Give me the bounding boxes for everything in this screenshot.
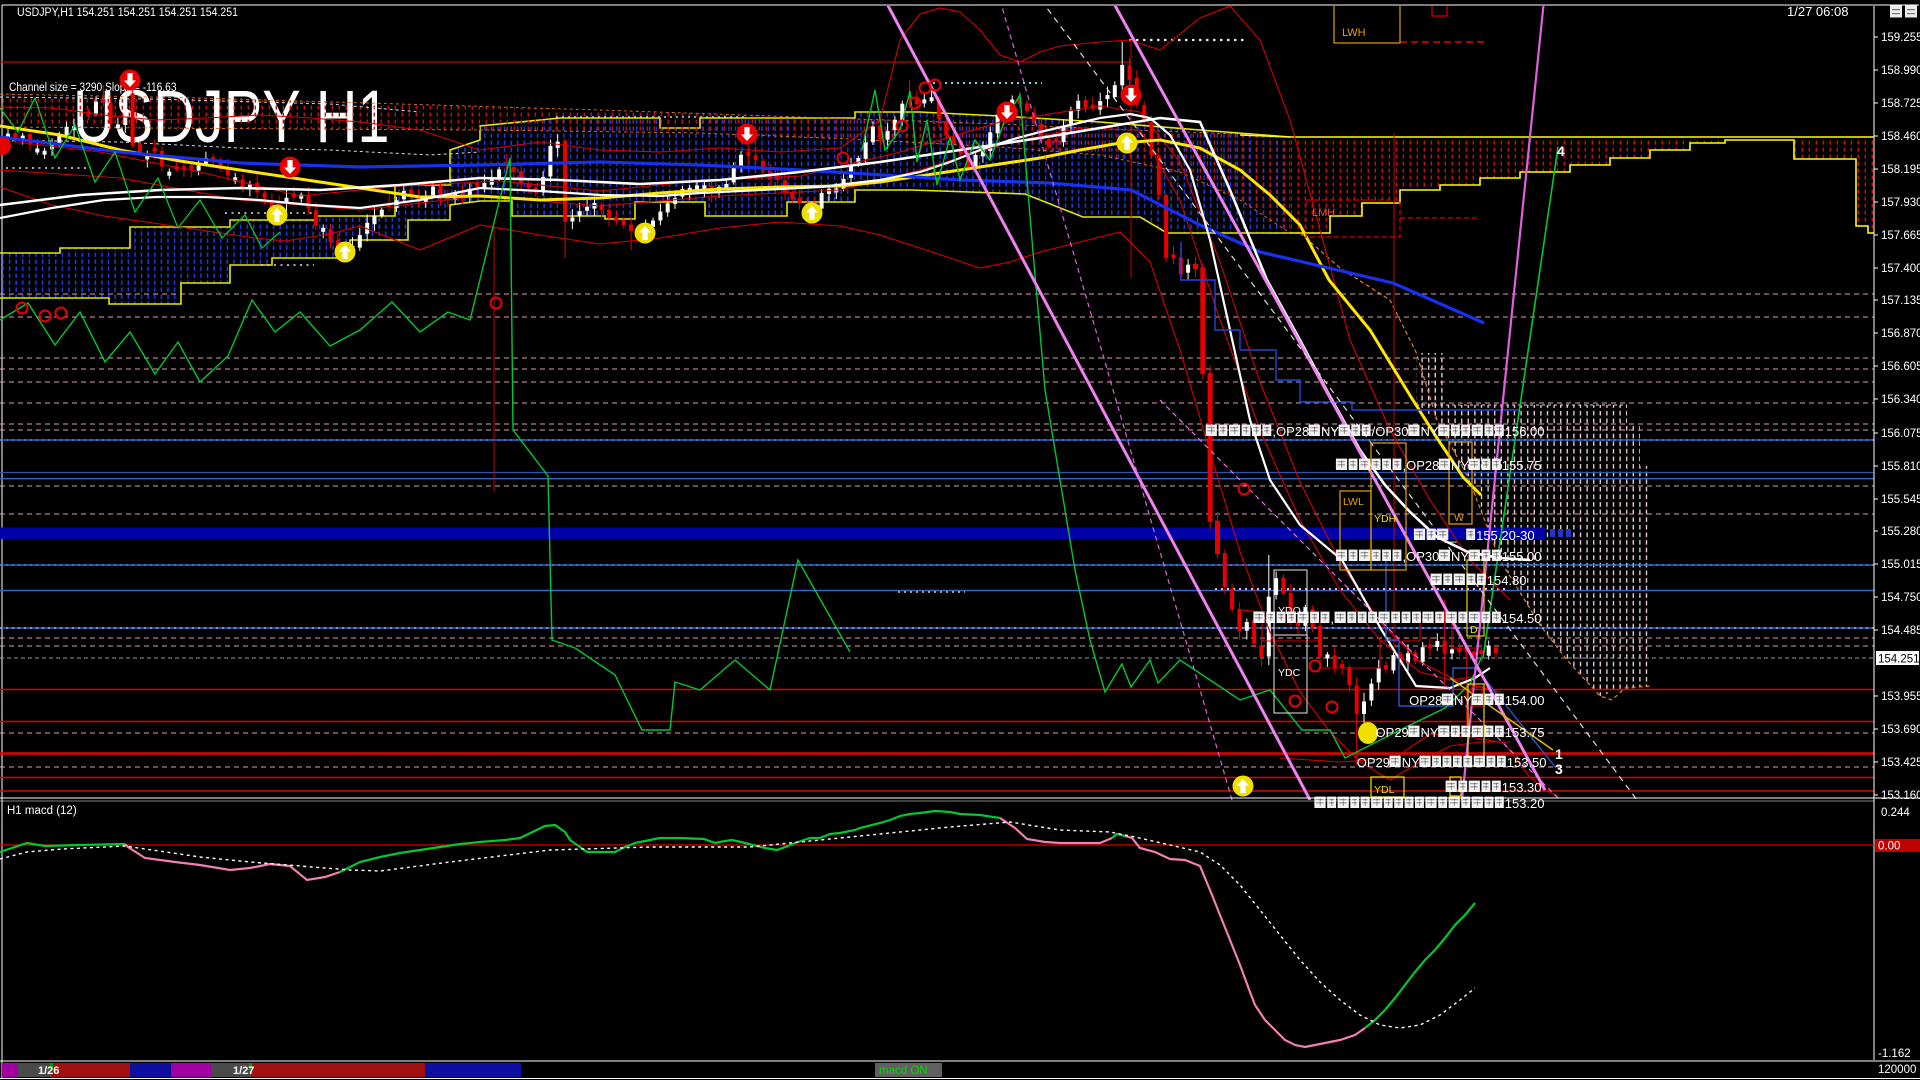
svg-text:USDJPY,H1 154.251 154.251 154: USDJPY,H1 154.251 154.251 154.251 154.25… <box>17 6 238 19</box>
svg-text:1/27 06:08: 1/27 06:08 <box>1787 4 1848 19</box>
svg-text:159.255: 159.255 <box>1881 32 1920 44</box>
svg-text:155.545: 155.545 <box>1881 494 1920 506</box>
svg-text:OP29: OP29 <box>1357 755 1390 770</box>
svg-text:1/26: 1/26 <box>38 1065 59 1077</box>
svg-text:Channel size = 3290 Slope = -1: Channel size = 3290 Slope = -116.63 <box>9 81 176 94</box>
svg-text:LWL: LWL <box>1343 496 1364 508</box>
svg-text:158.990: 158.990 <box>1881 65 1920 77</box>
svg-text:/OP30: /OP30 <box>1372 424 1409 439</box>
svg-text:NY: NY <box>1421 424 1439 439</box>
svg-text:NY: NY <box>1421 725 1439 740</box>
svg-text:3: 3 <box>1555 761 1563 777</box>
svg-text:OP28: OP28 <box>1409 693 1442 708</box>
svg-text:OP29: OP29 <box>1376 725 1409 740</box>
svg-text:156.870: 156.870 <box>1881 328 1920 340</box>
svg-text:153.50: 153.50 <box>1507 755 1547 770</box>
svg-text:155.810: 155.810 <box>1881 461 1920 473</box>
svg-text:H1 macd (12): H1 macd (12) <box>7 805 77 817</box>
svg-text:155.75: 155.75 <box>1502 458 1542 473</box>
svg-text:,: , <box>1330 611 1334 626</box>
svg-text:NY: NY <box>1402 755 1420 770</box>
svg-text:158.460: 158.460 <box>1881 131 1920 143</box>
svg-text:153.690: 153.690 <box>1881 724 1920 736</box>
svg-text:YDC: YDC <box>1278 667 1301 679</box>
svg-text:YDH: YDH <box>1374 513 1396 525</box>
svg-text:NY: NY <box>1451 458 1469 473</box>
svg-text:macd ON: macd ON <box>879 1065 928 1077</box>
svg-text:155.20-30: 155.20-30 <box>1476 528 1535 543</box>
svg-text:NY: NY <box>1454 693 1472 708</box>
svg-text:_: _ <box>1448 528 1457 543</box>
svg-text:OP28: OP28 <box>1276 424 1309 439</box>
svg-text:154.251: 154.251 <box>1878 654 1920 666</box>
svg-text:157.135: 157.135 <box>1881 295 1920 307</box>
svg-text:120000: 120000 <box>1878 1064 1916 1076</box>
svg-text:0.00: 0.00 <box>1878 841 1900 853</box>
svg-text:155.015: 155.015 <box>1881 559 1920 571</box>
svg-text:153.955: 153.955 <box>1881 691 1920 703</box>
svg-text:157.930: 157.930 <box>1881 197 1920 209</box>
svg-text:D: D <box>1470 624 1478 636</box>
svg-text:154.485: 154.485 <box>1881 625 1920 637</box>
svg-text:YDL: YDL <box>1374 784 1395 796</box>
svg-text:154.750: 154.750 <box>1881 592 1920 604</box>
svg-text:156.340: 156.340 <box>1881 394 1920 406</box>
svg-text:153.75: 153.75 <box>1505 725 1545 740</box>
svg-text:LWH: LWH <box>1342 27 1366 39</box>
svg-text:1: 1 <box>1555 746 1563 762</box>
svg-text:156.605: 156.605 <box>1881 361 1920 373</box>
svg-text:LMH: LMH <box>1312 207 1335 219</box>
svg-text:NY: NY <box>1451 549 1469 564</box>
svg-text:OP30: OP30 <box>1406 549 1439 564</box>
svg-text:156.075: 156.075 <box>1881 428 1920 440</box>
svg-text:157.400: 157.400 <box>1881 263 1920 275</box>
svg-text:4: 4 <box>1557 143 1565 159</box>
svg-text:NY: NY <box>1321 424 1339 439</box>
svg-text:153.160: 153.160 <box>1881 790 1920 802</box>
svg-text:1/27: 1/27 <box>233 1065 254 1077</box>
svg-text:0.244: 0.244 <box>1881 807 1910 819</box>
svg-text:W: W <box>1454 512 1464 524</box>
svg-text:-1.162: -1.162 <box>1878 1048 1911 1060</box>
svg-text:158.725: 158.725 <box>1881 98 1920 110</box>
svg-text:155.280: 155.280 <box>1881 526 1920 538</box>
svg-text:154.80: 154.80 <box>1487 573 1527 588</box>
svg-text:154.00: 154.00 <box>1505 693 1545 708</box>
svg-text:153.425: 153.425 <box>1881 757 1920 769</box>
svg-text:OP28: OP28 <box>1406 458 1439 473</box>
svg-text:158.195: 158.195 <box>1881 164 1920 176</box>
svg-text:155.00: 155.00 <box>1502 549 1542 564</box>
svg-text:157.665: 157.665 <box>1881 230 1920 242</box>
svg-text:156.00: 156.00 <box>1505 424 1545 439</box>
svg-text:153.30: 153.30 <box>1502 780 1542 795</box>
svg-text:154.50: 154.50 <box>1502 611 1542 626</box>
